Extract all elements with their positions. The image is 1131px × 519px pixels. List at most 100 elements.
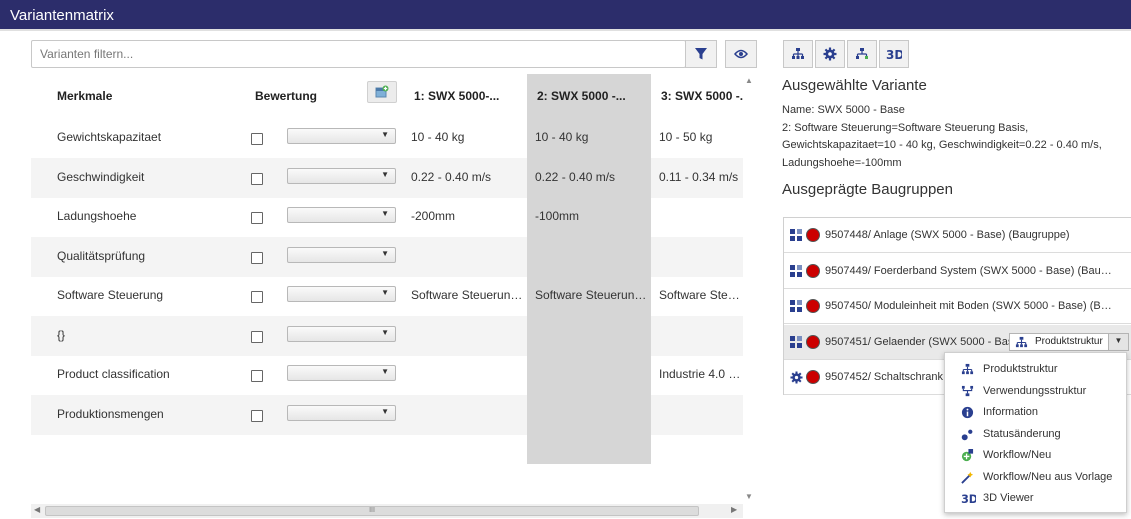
variant-value-cell[interactable]: 0.22 - 0.40 m/s [535, 158, 651, 198]
menu-item-label: Statusänderung [983, 427, 1061, 440]
scroll-right-icon[interactable]: ▶ [731, 505, 737, 514]
scroll-up-icon[interactable]: ▲ [745, 76, 753, 85]
variant-value-cell[interactable]: 0.22 - 0.40 m/s [411, 158, 527, 198]
variant-value-cell[interactable]: 0.11 - 0.34 m/s [659, 158, 743, 198]
table-row: {} ▼ [31, 315, 743, 356]
table-row: Gewichtskapazitaet ▼ 10 - 40 kg 10 - 40 kg 1… [31, 118, 743, 158]
header-variant-1[interactable]: 1: SWX 5000-... [414, 74, 499, 118]
menu-item[interactable]: 3D 3D Viewer [945, 488, 1126, 509]
menu-item-label: Verwendungsstruktur [983, 384, 1087, 397]
rating-checkbox[interactable] [251, 330, 263, 343]
usage-structure-button[interactable] [847, 40, 877, 68]
variant-value-cell[interactable]: Industrie 4.0 High [659, 355, 743, 395]
rating-checkbox[interactable] [251, 172, 263, 185]
variant-value-cell[interactable] [659, 197, 743, 237]
usage-structure-icon [856, 48, 868, 59]
variant-value-cell[interactable]: Software Steuerung... [535, 276, 651, 316]
chevron-down-icon: ▼ [381, 169, 389, 179]
rating-checkbox[interactable] [251, 409, 263, 422]
chevron-down-icon[interactable]: ▼ [1108, 334, 1128, 350]
chevron-down-icon: ▼ [381, 209, 389, 218]
rating-checkbox[interactable] [251, 370, 263, 382]
filter-button[interactable] [685, 40, 717, 68]
product-structure-button[interactable] [783, 40, 813, 68]
menu-item[interactable]: Information [945, 402, 1126, 423]
variant-value-cell[interactable] [535, 395, 651, 435]
structure-icon [790, 264, 802, 277]
horizontal-scroll-thumb[interactable]: III [45, 506, 699, 516]
horizontal-scrollbar[interactable]: ◀ III ▶ [31, 504, 743, 518]
menu-item-label: Workflow/Neu [983, 449, 1052, 461]
variant-value-cell[interactable] [535, 237, 651, 277]
variant-value-cell[interactable]: 10 - 40 kg [411, 118, 527, 158]
variant-value-cell[interactable] [659, 316, 743, 356]
settings-button[interactable] [815, 40, 845, 68]
visibility-button[interactable] [725, 40, 757, 68]
assembly-item[interactable]: 9507449/ Foerderband System (SWX 5000 - … [784, 254, 1131, 289]
variant-desc-line: 2: Software Steuerung=Software Steuerung… [782, 121, 1029, 134]
feature-label: Produktionsmengen [57, 406, 164, 421]
rating-checkbox[interactable] [251, 133, 263, 145]
3d-viewer-icon: 3D [961, 492, 978, 508]
menu-item[interactable]: Workflow/Neu [945, 445, 1126, 466]
rating-dropdown[interactable]: ▼ [287, 167, 396, 184]
rating-dropdown[interactable]: ▼ [287, 404, 396, 421]
feature-label: Ladungshoehe [57, 209, 137, 223]
rating-checkbox[interactable] [251, 291, 263, 303]
rating-checkbox[interactable] [251, 251, 263, 264]
menu-item[interactable]: Verwendungsstruktur [945, 381, 1126, 402]
variant-filter-input[interactable] [32, 41, 672, 67]
menu-item[interactable]: Produktstruktur [945, 359, 1126, 380]
variant-value-cell[interactable]: Software Steuerung... [411, 276, 527, 316]
3d-viewer-button[interactable]: 3D [879, 40, 909, 68]
rating-dropdown[interactable]: ▼ [287, 128, 396, 144]
assembly-item-label: 9507449/ Foerderband System (SWX 5000 - … [825, 264, 1115, 277]
chevron-down-icon: ▼ [381, 288, 389, 297]
menu-item[interactable]: Statusänderung [945, 424, 1126, 445]
feature-label: {} [57, 327, 66, 342]
menu-item-label: Workflow/Neu aus Vorlage [983, 470, 1113, 483]
variant-value-cell[interactable] [411, 355, 527, 395]
structure-icon [790, 229, 802, 241]
assembly-item[interactable]: 9507448/ Anlage (SWX 5000 - Base) (Baugr… [784, 218, 1131, 253]
status-dot-icon [806, 299, 820, 313]
scroll-down-icon[interactable]: ▼ [745, 492, 753, 501]
view-combo[interactable]: Produktstruktur ▼ [1009, 333, 1129, 351]
chevron-down-icon: ▼ [381, 248, 389, 258]
variant-value-cell[interactable] [659, 237, 743, 277]
variant-value-cell[interactable] [411, 395, 527, 435]
rating-dropdown[interactable]: ▼ [287, 365, 396, 381]
variant-desc-line: Ladungshoehe=-100mm [782, 156, 902, 169]
menu-item-label: Information [983, 406, 1039, 418]
variant-value-cell[interactable]: 10 - 50 kg [659, 118, 743, 158]
product-structure-icon [1015, 336, 1028, 348]
rating-dropdown[interactable]: ▼ [287, 286, 396, 302]
assembly-item[interactable]: 9507450/ Moduleinheit mit Boden (SWX 500… [784, 289, 1131, 324]
feature-label: Qualitätsprüfung [57, 248, 146, 263]
header-variant-2[interactable]: 2: SWX 5000 -... [537, 74, 626, 118]
menu-item[interactable]: Workflow/Neu aus Vorlage [945, 467, 1126, 488]
rating-dropdown[interactable]: ▼ [287, 246, 396, 263]
variant-value-cell[interactable]: -100mm [535, 197, 651, 237]
variant-value-cell[interactable]: Software Steueru [659, 276, 743, 316]
variant-value-cell[interactable] [535, 316, 651, 356]
feature-label: Product classification [57, 367, 170, 381]
header-variant-3[interactable]: 3: SWX 5000 -... [661, 74, 743, 118]
status-dot-icon [806, 334, 820, 349]
variant-matrix-panel: Merkmale Bewertung 1: SWX 5000-... 2: SW… [31, 40, 757, 518]
variant-value-cell[interactable] [411, 316, 527, 356]
vertical-scrollbar[interactable]: ▲ ▼ [743, 74, 757, 504]
variant-value-cell[interactable] [659, 395, 743, 435]
menu-item-label: 3D Viewer [983, 492, 1034, 504]
assembly-item-label: 9507450/ Moduleinheit mit Boden (SWX 500… [825, 300, 1115, 312]
scroll-left-icon[interactable]: ◀ [34, 505, 40, 514]
variant-value-cell[interactable] [535, 355, 651, 395]
variant-value-cell[interactable]: 10 - 40 kg [535, 118, 651, 158]
add-column-button[interactable] [367, 81, 397, 103]
variant-value-cell[interactable]: -200mm [411, 197, 527, 237]
variant-value-cell[interactable] [411, 237, 527, 277]
rating-checkbox[interactable] [251, 212, 263, 224]
rating-dropdown[interactable]: ▼ [287, 325, 396, 342]
rating-dropdown[interactable]: ▼ [287, 207, 396, 223]
header-rating: Bewertung [255, 89, 318, 103]
